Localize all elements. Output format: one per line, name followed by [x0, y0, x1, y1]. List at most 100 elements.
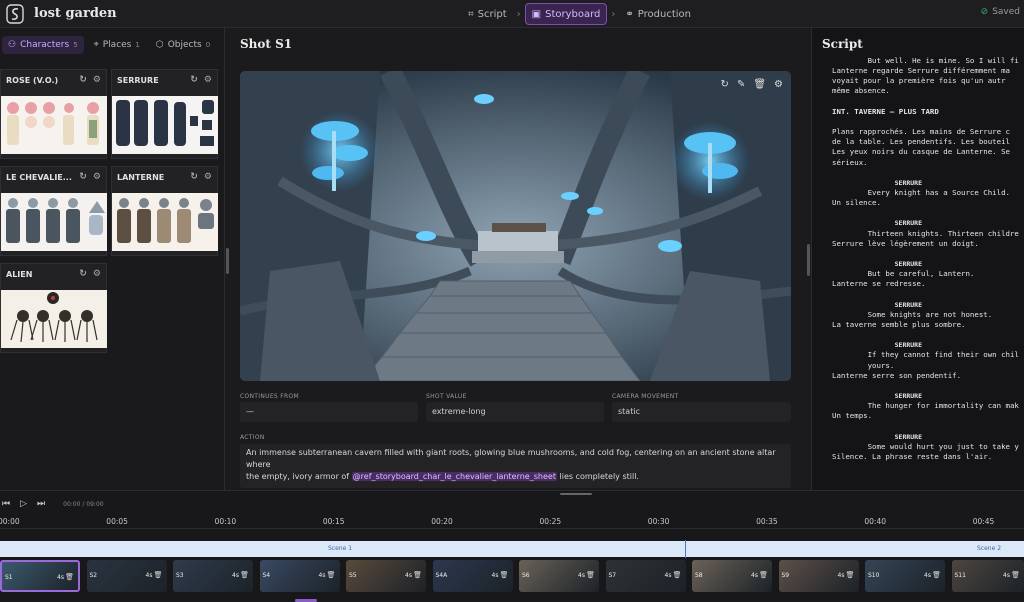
tab-objects[interactable]: ⬡ Objects 0 — [150, 36, 216, 54]
character-card[interactable]: LANTERNE ↻ ⚙ — [111, 166, 218, 256]
shot-value-select[interactable]: extreme-long — [426, 402, 604, 422]
time-tick-label: 00:35 — [756, 517, 778, 526]
shot-thumbnail[interactable]: S4A4s🗑 — [433, 560, 513, 592]
scene-label[interactable]: Scene 1 — [328, 545, 352, 552]
action-textarea[interactable]: An immense subterranean cavern filled wi… — [240, 444, 791, 488]
save-status-label: Saved — [992, 7, 1020, 17]
scene-label[interactable]: Scene 2 — [977, 545, 1001, 552]
gear-icon[interactable]: ⚙ — [93, 172, 101, 182]
trash-icon[interactable]: 🗑 — [413, 571, 422, 579]
tab-count: 0 — [206, 41, 210, 49]
shot-label: S3 — [176, 572, 184, 579]
time-tick-label: 00:10 — [215, 517, 237, 526]
app-logo-icon[interactable] — [6, 4, 24, 24]
script-line: SERRURE — [832, 340, 922, 350]
action-text: An immense subterranean cavern filled wi… — [246, 448, 776, 469]
shot-thumbnail[interactable]: S44s🗑 — [260, 560, 340, 592]
workflow-steps: ⌗ Script › ▣ Storyboard › ⚭ Production — [462, 2, 697, 26]
refresh-icon[interactable]: ↻ — [721, 79, 729, 90]
shot-thumbnail[interactable]: S64s🗑 — [519, 560, 599, 592]
camera-movement-select[interactable]: static — [612, 402, 791, 422]
trash-icon[interactable]: 🗑 — [327, 571, 336, 579]
trash-icon[interactable]: 🗑 — [500, 571, 509, 579]
refresh-icon[interactable]: ↻ — [79, 75, 87, 85]
trash-icon[interactable]: 🗑 — [65, 573, 74, 581]
shot-track: S14s🗑S24s🗑S34s🗑S44s🗑S54s🗑S4A4s🗑S64s🗑S74s… — [0, 560, 1024, 592]
character-card[interactable]: ROSE (V.O.) ↻ ⚙ — [0, 69, 107, 159]
trash-icon[interactable]: 🗑 — [1011, 571, 1020, 579]
shot-label: S6 — [522, 572, 530, 579]
time-ruler[interactable]: 00:0000:0500:1000:1500:2000:2500:3000:35… — [0, 515, 1024, 529]
script-line: SERRURE — [832, 178, 922, 188]
time-tick-label: 00:20 — [431, 517, 453, 526]
pencil-icon[interactable]: ✎ — [737, 79, 745, 90]
tab-count: 1 — [135, 41, 139, 49]
card-title: ROSE (V.O.) — [6, 76, 58, 85]
tab-places[interactable]: ⌖ Places 1 — [88, 36, 146, 54]
shot-thumbnail[interactable]: S14s🗑 — [0, 560, 80, 592]
time-tick-label: 00:25 — [540, 517, 562, 526]
script-line: même absence. — [832, 86, 890, 96]
timeline-resize-handle[interactable] — [560, 493, 592, 495]
script-line: Silence. La phrase reste dans l'air. — [832, 452, 992, 462]
shot-duration: 4s — [751, 572, 758, 579]
time-tick-label: 00:30 — [648, 517, 670, 526]
action-label: ACTION — [240, 434, 265, 441]
trash-icon[interactable]: 🗑 — [154, 571, 163, 579]
refresh-icon[interactable]: ↻ — [190, 172, 198, 182]
character-card[interactable]: SERRURE ↻ ⚙ — [111, 69, 218, 159]
card-title: LANTERNE — [117, 173, 164, 182]
tab-label: Characters — [20, 40, 69, 50]
shot-thumbnail[interactable]: S104s🗑 — [865, 560, 945, 592]
gear-icon[interactable]: ⚙ — [204, 75, 212, 85]
shot-thumbnail[interactable]: S84s🗑 — [692, 560, 772, 592]
trash-icon[interactable]: 🗑 — [586, 571, 595, 579]
script-line: But be careful, Lantern. — [832, 269, 974, 279]
reference-mention[interactable]: @ref_storyboard_char_le_chevalier_lanter… — [352, 472, 557, 481]
shot-frame[interactable]: ↻ ✎ 🗑 ⚙ — [240, 71, 791, 381]
camera-movement-label: CAMERA MOVEMENT — [612, 393, 679, 400]
shot-thumbnail[interactable]: S94s🗑 — [779, 560, 859, 592]
action-text: lies completely still. — [557, 472, 639, 481]
chevron-right-icon: › — [611, 9, 615, 20]
skip-forward-icon[interactable]: ⏭ — [37, 499, 45, 509]
step-storyboard[interactable]: ▣ Storyboard — [525, 3, 608, 25]
skip-back-icon[interactable]: ⏮ — [2, 499, 10, 509]
step-production[interactable]: ⚭ Production — [619, 3, 697, 25]
trash-icon[interactable]: 🗑 — [759, 571, 768, 579]
trash-icon[interactable]: 🗑 — [673, 571, 682, 579]
tab-characters[interactable]: ⚇ Characters 5 — [2, 36, 84, 54]
trash-icon[interactable]: 🗑 — [753, 79, 766, 90]
shot-label: S5 — [349, 572, 357, 579]
refresh-icon[interactable]: ↻ — [190, 75, 198, 85]
script-line: Les yeux noirs du casque de Lanterne. Se — [832, 147, 1010, 157]
right-resize-handle[interactable] — [807, 244, 810, 276]
play-icon[interactable]: ▷ — [20, 499, 27, 509]
gear-icon[interactable]: ⚙ — [93, 75, 101, 85]
box-icon: ⬡ — [156, 40, 164, 50]
trash-icon[interactable]: 🗑 — [846, 571, 855, 579]
gear-icon[interactable]: ⚙ — [93, 269, 101, 279]
gear-icon[interactable]: ⚙ — [204, 172, 212, 182]
character-card[interactable]: LE CHEVALIE... ↻⚙ — [0, 166, 107, 256]
shot-detail-panel: Shot S1 — [229, 28, 804, 490]
step-script[interactable]: ⌗ Script — [462, 3, 513, 25]
card-title: SERRURE — [117, 76, 159, 85]
chevron-down-icon[interactable]: ⌄ — [106, 8, 114, 18]
refresh-icon[interactable]: ↻ — [79, 172, 87, 182]
shot-thumbnail[interactable]: S34s🗑 — [173, 560, 253, 592]
shot-thumbnail[interactable]: S24s🗑 — [87, 560, 167, 592]
trash-icon[interactable]: 🗑 — [932, 571, 941, 579]
continues-from-field[interactable]: — — [240, 402, 418, 422]
trash-icon[interactable]: 🗑 — [240, 571, 249, 579]
refresh-icon[interactable]: ↻ — [79, 269, 87, 279]
shot-label: S10 — [868, 572, 879, 579]
script-line: If they cannot find their own chil — [832, 350, 1019, 360]
script-line: La taverne semble plus sombre. — [832, 320, 966, 330]
character-card[interactable]: ALIEN ↻⚙ — [0, 263, 107, 353]
shot-thumbnail[interactable]: S114s🗑 — [952, 560, 1024, 592]
shot-thumbnail[interactable]: S74s🗑 — [606, 560, 686, 592]
shot-thumbnail[interactable]: S54s🗑 — [346, 560, 426, 592]
gear-icon[interactable]: ⚙ — [774, 79, 783, 90]
project-name[interactable]: lost garden — [34, 6, 117, 21]
